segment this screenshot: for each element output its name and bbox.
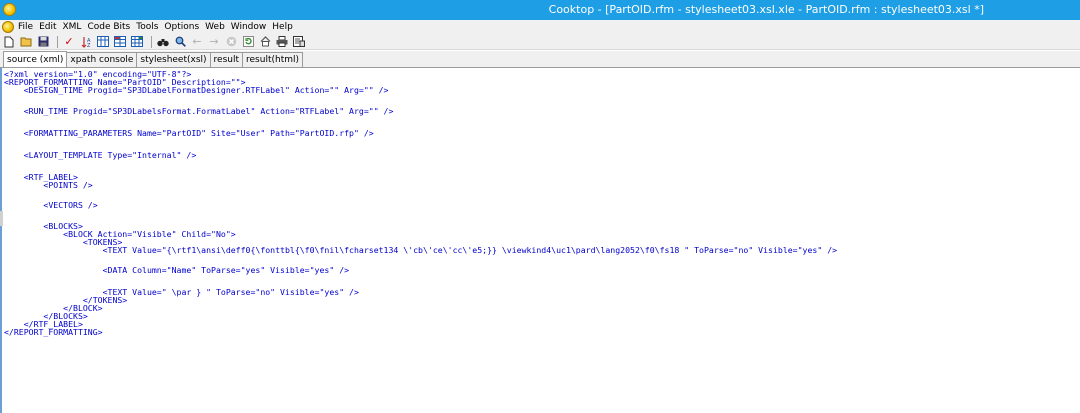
grid-a-icon[interactable] bbox=[96, 35, 110, 48]
menu-bar: File Edit XML Code Bits Tools Options We… bbox=[0, 20, 1080, 34]
save-icon[interactable] bbox=[36, 35, 50, 48]
refresh-icon[interactable] bbox=[241, 35, 255, 48]
menu-help[interactable]: Help bbox=[272, 22, 293, 32]
sort-icon[interactable]: AZ bbox=[79, 35, 93, 48]
toolbar-separator bbox=[151, 35, 152, 48]
menu-window[interactable]: Window bbox=[231, 22, 267, 32]
menu-code-bits[interactable]: Code Bits bbox=[87, 22, 130, 32]
code-line: <FORMATTING_PARAMETERS Name="PartOID" Si… bbox=[4, 128, 374, 138]
menu-edit[interactable]: Edit bbox=[39, 22, 56, 32]
grid-b-icon[interactable] bbox=[113, 35, 127, 48]
check-icon[interactable]: ✓ bbox=[62, 35, 76, 48]
zoom-icon[interactable] bbox=[173, 35, 187, 48]
code-line: </REPORT_FORMATTING> bbox=[4, 327, 103, 337]
grid-c-icon[interactable] bbox=[130, 35, 144, 48]
stop-icon[interactable] bbox=[224, 35, 238, 48]
print-icon[interactable] bbox=[275, 35, 289, 48]
tab-result-html[interactable]: result(html) bbox=[242, 52, 304, 67]
code-line: <RUN_TIME Progid="SP3DLabelsFormat.Forma… bbox=[4, 106, 394, 116]
editor-edge-marker bbox=[0, 211, 3, 226]
code-content[interactable]: <?xml version="1.0" encoding="UTF-8"?> <… bbox=[4, 70, 837, 336]
editor-gutter bbox=[0, 68, 2, 413]
tab-stylesheet-xsl[interactable]: stylesheet(xsl) bbox=[136, 52, 211, 67]
code-line: <DATA Column="Name" ToParse="yes" Visibl… bbox=[4, 265, 350, 275]
code-line: <DESIGN_TIME Progid="SP3DLabelFormatDesi… bbox=[4, 85, 389, 95]
menu-tools[interactable]: Tools bbox=[136, 22, 158, 32]
forward-arrow-icon[interactable]: → bbox=[207, 35, 221, 48]
toolbar-separator bbox=[57, 35, 58, 48]
code-line: <VECTORS /> bbox=[4, 200, 98, 210]
properties-icon[interactable] bbox=[292, 35, 306, 48]
code-editor[interactable]: <?xml version="1.0" encoding="UTF-8"?> <… bbox=[0, 67, 1080, 413]
tab-bar: source (xml) xpath console stylesheet(xs… bbox=[0, 51, 1080, 67]
code-line: <POINTS /> bbox=[4, 180, 93, 190]
back-arrow-icon[interactable]: ← bbox=[190, 35, 204, 48]
new-file-icon[interactable] bbox=[2, 35, 16, 48]
toolbar: ✓ AZ ← → bbox=[0, 34, 1080, 50]
window-title: Cooktop - [PartOID.rfm - stylesheet03.xs… bbox=[548, 3, 984, 16]
home-icon[interactable] bbox=[258, 35, 272, 48]
document-icon[interactable] bbox=[2, 21, 14, 33]
binoculars-icon[interactable] bbox=[156, 35, 170, 48]
tab-xpath-console[interactable]: xpath console bbox=[66, 52, 138, 67]
menu-xml[interactable]: XML bbox=[63, 22, 82, 32]
code-line: <LAYOUT_TEMPLATE Type="Internal" /> bbox=[4, 150, 197, 160]
title-bar: Cooktop - [PartOID.rfm - stylesheet03.xs… bbox=[0, 0, 1080, 20]
menu-file[interactable]: File bbox=[18, 22, 33, 32]
code-line: <TEXT Value="{\rtf1\ansi\deff0{\fonttbl{… bbox=[4, 245, 838, 255]
menu-options[interactable]: Options bbox=[164, 22, 199, 32]
tab-source-xml[interactable]: source (xml) bbox=[3, 51, 68, 67]
open-folder-icon[interactable] bbox=[19, 35, 33, 48]
menu-web[interactable]: Web bbox=[205, 22, 225, 32]
tab-result[interactable]: result bbox=[209, 52, 244, 67]
svg-text:Z: Z bbox=[87, 43, 91, 48]
app-icon[interactable] bbox=[3, 3, 16, 16]
